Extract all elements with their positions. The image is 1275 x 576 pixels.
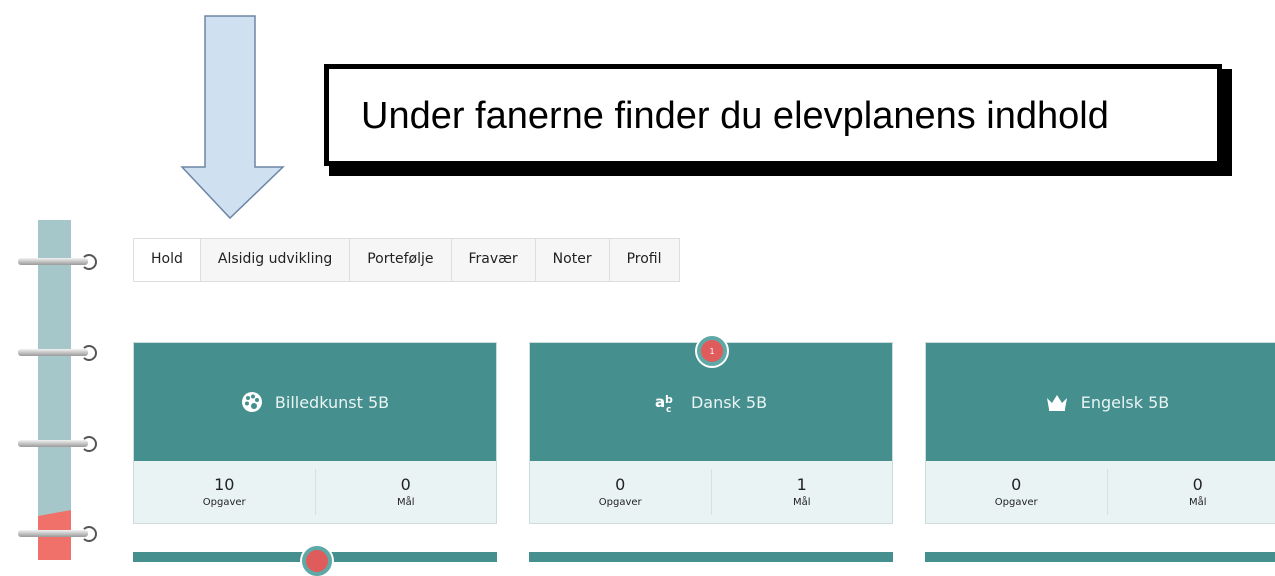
- stat-label: Opgaver: [203, 497, 246, 508]
- binder-ring: [18, 526, 98, 542]
- notification-badge[interactable]: [302, 546, 332, 576]
- stat-label: Mål: [793, 497, 811, 508]
- notification-badge[interactable]: 1: [697, 336, 727, 366]
- tab-portefolje[interactable]: Portefølje: [350, 239, 451, 281]
- crown-icon: [1045, 392, 1069, 412]
- tab-bar: Hold Alsidig udvikling Portefølje Fravær…: [133, 238, 680, 282]
- abc-letters-icon: a b c: [655, 391, 679, 413]
- card-stats: 0 Opgaver 0 Mål: [926, 461, 1275, 523]
- binder-ring: [18, 345, 98, 361]
- stat-maal[interactable]: 0 Mål: [315, 469, 497, 515]
- tab-alsidig-udvikling[interactable]: Alsidig udvikling: [201, 239, 350, 281]
- tab-fravaer[interactable]: Fravær: [452, 239, 536, 281]
- stat-label: Opgaver: [599, 497, 642, 508]
- course-title: Billedkunst 5B: [275, 393, 389, 412]
- stat-opgaver[interactable]: 0 Opgaver: [530, 461, 711, 523]
- stat-label: Mål: [1189, 497, 1207, 508]
- stat-value: 1: [797, 476, 807, 494]
- stat-value: 10: [214, 476, 234, 494]
- course-card-partial[interactable]: [925, 552, 1275, 562]
- stat-opgaver[interactable]: 0 Opgaver: [926, 461, 1107, 523]
- binder-ring: [18, 436, 98, 452]
- course-card-billedkunst[interactable]: Billedkunst 5B 10 Opgaver 0 Mål: [133, 342, 497, 524]
- course-title: Dansk 5B: [691, 393, 767, 412]
- stat-value: 0: [401, 476, 411, 494]
- binder-ring: [18, 254, 98, 270]
- binder-strip: [38, 220, 71, 560]
- stat-label: Opgaver: [995, 497, 1038, 508]
- tab-hold[interactable]: Hold: [134, 239, 201, 281]
- svg-text:a: a: [655, 393, 665, 411]
- card-stats: 10 Opgaver 0 Mål: [134, 461, 496, 523]
- card-header[interactable]: Engelsk 5B: [926, 343, 1275, 461]
- course-card-partial[interactable]: [529, 552, 893, 562]
- stat-maal[interactable]: 0 Mål: [1107, 469, 1275, 515]
- stat-label: Mål: [397, 497, 415, 508]
- stat-maal[interactable]: 1 Mål: [711, 469, 893, 515]
- callout-text: Under fanerne finder du elevplanens indh…: [361, 95, 1109, 138]
- tab-noter[interactable]: Noter: [536, 239, 610, 281]
- stat-value: 0: [1193, 476, 1203, 494]
- callout-box: Under fanerne finder du elevplanens indh…: [324, 64, 1222, 166]
- course-card-engelsk[interactable]: Engelsk 5B 0 Opgaver 0 Mål: [925, 342, 1275, 524]
- card-header[interactable]: Billedkunst 5B: [134, 343, 496, 461]
- tab-profil[interactable]: Profil: [610, 239, 679, 281]
- palette-icon: [241, 391, 263, 413]
- card-stats: 0 Opgaver 1 Mål: [530, 461, 892, 523]
- stat-value: 0: [1011, 476, 1021, 494]
- stat-value: 0: [615, 476, 625, 494]
- stat-opgaver[interactable]: 10 Opgaver: [134, 461, 315, 523]
- down-arrow-annotation: [180, 15, 285, 220]
- svg-text:c: c: [666, 405, 671, 413]
- course-title: Engelsk 5B: [1081, 393, 1170, 412]
- course-card-dansk[interactable]: a b c Dansk 5B 0 Opgaver 1 Mål: [529, 342, 893, 524]
